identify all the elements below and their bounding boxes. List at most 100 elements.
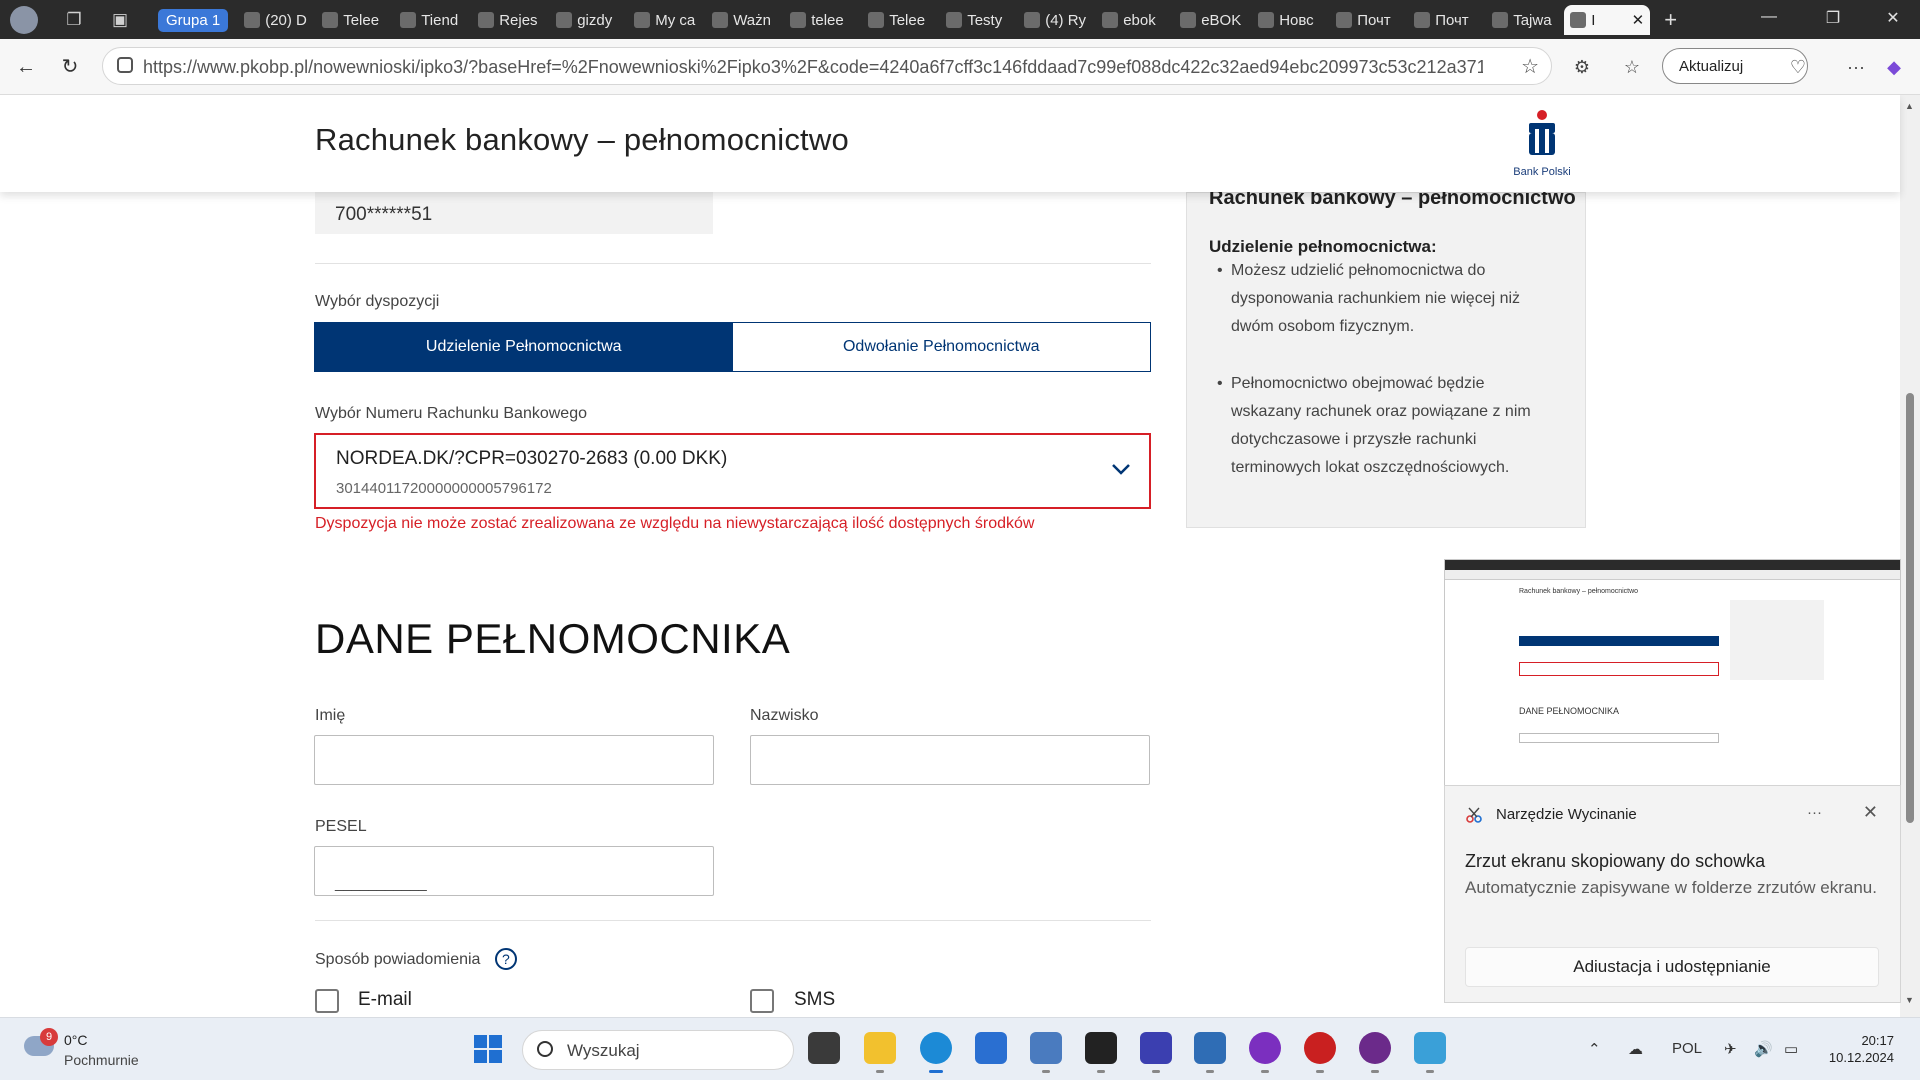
pesel-input[interactable]: ___________	[314, 846, 714, 896]
system-clock[interactable]: 20:17 10.12.2024	[1829, 1032, 1894, 1066]
copilot-icon[interactable]: ◆	[1882, 55, 1906, 79]
preview-info-panel	[1730, 600, 1824, 680]
sms-checkbox[interactable]	[750, 989, 774, 1013]
sms-label[interactable]: SMS	[794, 989, 835, 1011]
last-name-input[interactable]	[750, 735, 1150, 785]
browser-tab[interactable]: Telee	[316, 5, 394, 35]
temperature: 0°C	[64, 1032, 88, 1048]
close-tab-icon[interactable]: ✕	[1632, 11, 1645, 29]
lock-icon[interactable]	[117, 57, 133, 73]
scrollbar-thumb[interactable]	[1906, 393, 1914, 823]
weather-widget[interactable]: 9 0°C Pochmurnie	[20, 1028, 160, 1072]
browser-tab[interactable]: Ważn	[706, 5, 784, 35]
scroll-up-icon[interactable]: ▲	[1905, 101, 1914, 111]
browser-tab[interactable]: Новс	[1252, 5, 1330, 35]
browser-tab[interactable]: (4) Ry	[1018, 5, 1096, 35]
tab-favicon-icon	[1024, 12, 1041, 28]
browser-tab[interactable]: Telee	[862, 5, 940, 35]
browser-tab[interactable]: ebok	[1096, 5, 1174, 35]
new-tab-icon[interactable]: +	[1664, 7, 1677, 33]
snipping-notification[interactable]: Narzędzie Wycinanie ··· ✕ Zrzut ekranu s…	[1444, 785, 1901, 1003]
clock-date: 10.12.2024	[1828, 1050, 1894, 1065]
url-text[interactable]: https://www.pkobp.pl/nowewnioski/ipko3/?…	[143, 57, 1483, 78]
save-app-icon[interactable]	[1140, 1032, 1172, 1073]
browser-tab-active[interactable]: I ✕	[1564, 5, 1651, 35]
close-window-icon[interactable]: ✕	[1878, 8, 1908, 28]
refresh-icon[interactable]: ↻	[58, 55, 82, 79]
pko-logo[interactable]: Bank Polski	[1510, 109, 1574, 179]
tor-browser-icon[interactable]	[1249, 1032, 1281, 1073]
more-options-icon[interactable]: ···	[1807, 804, 1822, 821]
running-indicator	[1316, 1070, 1324, 1073]
address-bar[interactable]: https://www.pkobp.pl/nowewnioski/ipko3/?…	[102, 47, 1552, 85]
browser-tab[interactable]: telee	[784, 5, 862, 35]
github-icon[interactable]	[1359, 1032, 1391, 1073]
chevron-down-icon[interactable]	[1109, 457, 1133, 481]
more-menu-icon[interactable]: ···	[1844, 55, 1868, 79]
airplane-mode-icon[interactable]: ✈	[1724, 1040, 1737, 1058]
pesel-label: PESEL	[315, 818, 367, 835]
account-select-number: 30144011720000000005796172	[336, 480, 552, 497]
onedrive-icon[interactable]: ☁	[1628, 1040, 1643, 1058]
edge-icon[interactable]	[920, 1032, 952, 1073]
app-red-icon[interactable]	[1304, 1032, 1336, 1073]
profile-avatar[interactable]	[10, 6, 38, 34]
browser-tab[interactable]: Почт	[1330, 5, 1408, 35]
back-icon[interactable]: ←	[14, 55, 38, 79]
browser-tab[interactable]: Rejes	[472, 5, 550, 35]
browser-tab[interactable]: My ca	[628, 5, 706, 35]
browser-tab[interactable]: gizdy	[550, 5, 628, 35]
network-app-icon[interactable]	[1030, 1032, 1062, 1073]
tab-revoke-power[interactable]: Odwołanie Pełnomocnictwa	[732, 323, 1150, 371]
screenshot-preview[interactable]: Rachunek bankowy – pełnomocnictwo DANE P…	[1444, 559, 1901, 787]
account-select[interactable]: NORDEA.DK/?CPR=030270-2683 (0.00 DKK) 30…	[314, 433, 1151, 509]
favorite-star-icon[interactable]: ☆	[1521, 54, 1539, 79]
windows-logo-icon	[489, 1050, 502, 1063]
browser-tab[interactable]: Tajwa	[1486, 5, 1564, 35]
store-icon[interactable]	[975, 1032, 1007, 1064]
workspaces-icon[interactable]: ❐	[62, 8, 86, 32]
tab-favicon-icon	[790, 12, 807, 28]
search-icon	[537, 1041, 553, 1057]
file-explorer-icon[interactable]	[864, 1032, 896, 1073]
tab-group-label[interactable]: Grupa 1	[158, 8, 229, 32]
input-language[interactable]: POL	[1672, 1040, 1702, 1057]
pko-logo-icon	[1529, 110, 1555, 155]
notepad-icon[interactable]	[1414, 1032, 1446, 1073]
maximize-icon[interactable]: ❐	[1818, 8, 1848, 28]
task-view-icon[interactable]	[808, 1032, 840, 1064]
extensions-icon[interactable]: ⚙	[1570, 55, 1594, 79]
email-checkbox[interactable]	[315, 989, 339, 1013]
start-button[interactable]	[474, 1035, 502, 1063]
minimize-icon[interactable]: —	[1754, 8, 1784, 26]
tab-favicon-icon	[1258, 12, 1275, 28]
tab-favicon-icon	[400, 12, 417, 28]
battery-icon[interactable]: ▭	[1784, 1040, 1798, 1058]
tab-actions-icon[interactable]: ▣	[108, 8, 132, 32]
taskbar-search[interactable]: Wyszukaj	[522, 1030, 794, 1070]
browser-tab[interactable]: Testy	[940, 5, 1018, 35]
preview-select	[1519, 662, 1719, 676]
notification-body: Automatycznie zapisywane w folderze zrzu…	[1465, 878, 1877, 897]
browser-tab[interactable]: Почт	[1408, 5, 1486, 35]
browser-tab[interactable]: Tiend	[394, 5, 472, 35]
first-name-input[interactable]	[314, 735, 714, 785]
page-scrollbar[interactable]: ▲ ▼	[1900, 95, 1920, 1017]
snipping-tool-icon	[1466, 807, 1482, 823]
terminal-icon[interactable]	[1085, 1032, 1117, 1073]
favorites-icon[interactable]: ☆	[1620, 55, 1644, 79]
browser-tab[interactable]: eBOK	[1174, 5, 1252, 35]
help-icon[interactable]: ?	[494, 948, 517, 970]
browser-tab[interactable]: (20) D	[238, 5, 316, 35]
preview-title: Rachunek bankowy – pełnomocnictwo	[1519, 588, 1639, 595]
pesel-mask: ___________	[335, 875, 427, 892]
browser-essentials-icon[interactable]: ♡	[1786, 55, 1810, 79]
app-a-icon[interactable]	[1194, 1032, 1226, 1073]
close-notification-icon[interactable]: ✕	[1863, 802, 1878, 823]
email-label[interactable]: E-mail	[358, 989, 412, 1011]
volume-icon[interactable]: 🔊	[1754, 1040, 1773, 1058]
edit-share-button[interactable]: Adiustacja i udostępnianie	[1465, 947, 1879, 987]
scroll-down-icon[interactable]: ▼	[1905, 995, 1914, 1005]
show-hidden-icons[interactable]: ⌃	[1588, 1040, 1601, 1058]
tab-grant-power[interactable]: Udzielenie Pełnomocnictwa	[315, 323, 733, 371]
